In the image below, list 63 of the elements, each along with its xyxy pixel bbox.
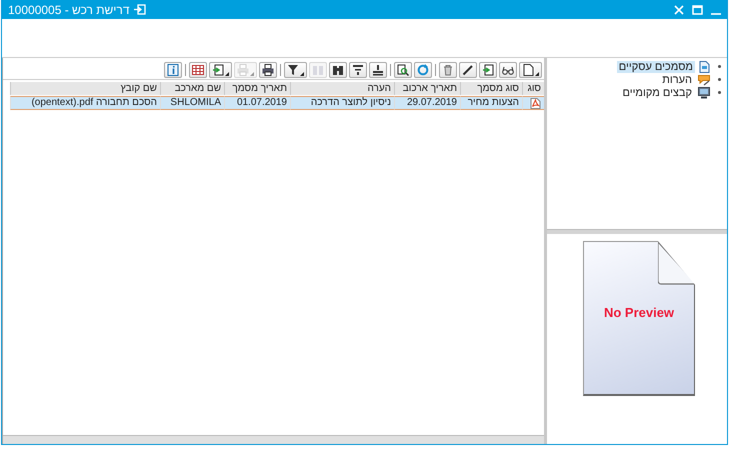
toolbar-button[interactable] — [284, 62, 307, 78]
note-icon — [698, 74, 710, 86]
column-header[interactable]: שם מארכב — [160, 82, 224, 95]
toolbar-button[interactable] — [499, 62, 517, 78]
table-icon — [192, 64, 204, 76]
caret-icon — [535, 72, 539, 76]
caret-icon — [300, 72, 304, 76]
toolbar-button[interactable] — [189, 62, 207, 78]
toolbar-button[interactable] — [349, 62, 367, 78]
binoculars-icon — [332, 64, 344, 76]
sort-icon — [352, 64, 364, 76]
no-preview-text: No Preview — [604, 304, 674, 320]
close-icon[interactable] — [674, 4, 684, 14]
find-next-icon — [312, 64, 324, 76]
toolbar-button[interactable] — [369, 62, 387, 78]
toolbar-button[interactable] — [259, 62, 277, 78]
splitter-handle[interactable] — [547, 229, 727, 234]
toolbar-button[interactable] — [459, 62, 477, 78]
column-header[interactable]: סוג — [522, 82, 544, 95]
page-fold-icon — [658, 242, 696, 287]
bullet-icon — [718, 65, 721, 68]
zoom-icon — [397, 64, 409, 76]
exit-icon[interactable] — [134, 4, 146, 15]
sort-icon — [372, 64, 384, 76]
bullet-icon — [718, 78, 721, 81]
window-title: דרישת רכש - 10000005 — [8, 2, 130, 16]
printer-icon — [262, 64, 274, 76]
table-cell: הצעות מחיר — [460, 96, 522, 110]
refresh-icon — [417, 64, 429, 76]
bullet-icon — [718, 91, 721, 94]
table-cell: ניסיון לתוצר הדרכה — [290, 96, 394, 110]
table-cell: (opentext).pdf הסכם תחבורה — [10, 96, 160, 110]
printer-icon — [237, 64, 249, 76]
column-header[interactable]: תאריך מסמך — [224, 82, 290, 95]
tree-item[interactable]: הערות — [660, 74, 694, 86]
table-cell: 29.07.2019 — [394, 96, 460, 110]
toolbar-button[interactable] — [209, 62, 232, 78]
import-icon — [212, 64, 224, 76]
pencil-icon — [462, 64, 474, 76]
maximize-icon[interactable] — [692, 4, 703, 14]
tree-item[interactable]: מסמכים עסקיים — [616, 60, 695, 72]
toolbar-button[interactable] — [394, 62, 412, 78]
column-header[interactable]: תאריך ארכוב — [394, 82, 460, 95]
toolbar-button[interactable] — [329, 62, 347, 78]
tree-item[interactable]: קבצים מקומיים — [620, 86, 694, 98]
info-icon — [167, 64, 179, 76]
table-cell: SHLOMILA — [160, 96, 224, 110]
column-header[interactable]: שם קובץ — [10, 82, 160, 95]
document-icon — [522, 64, 534, 76]
document-icon — [699, 60, 710, 72]
table-cell: 01.07.2019 — [224, 96, 290, 110]
caret-icon — [225, 72, 229, 76]
scrollbar-track[interactable] — [3, 435, 544, 444]
caret-icon — [250, 72, 254, 76]
filter-icon — [287, 64, 299, 76]
column-header[interactable]: הערה — [290, 82, 394, 95]
computer-icon — [698, 86, 710, 98]
column-header[interactable]: סוג מסמך — [460, 82, 522, 95]
trash-icon — [442, 64, 454, 76]
pdf-icon — [530, 98, 541, 108]
toolbar-button[interactable] — [519, 62, 542, 78]
import-icon — [482, 64, 494, 76]
toolbar-button[interactable] — [479, 62, 497, 78]
